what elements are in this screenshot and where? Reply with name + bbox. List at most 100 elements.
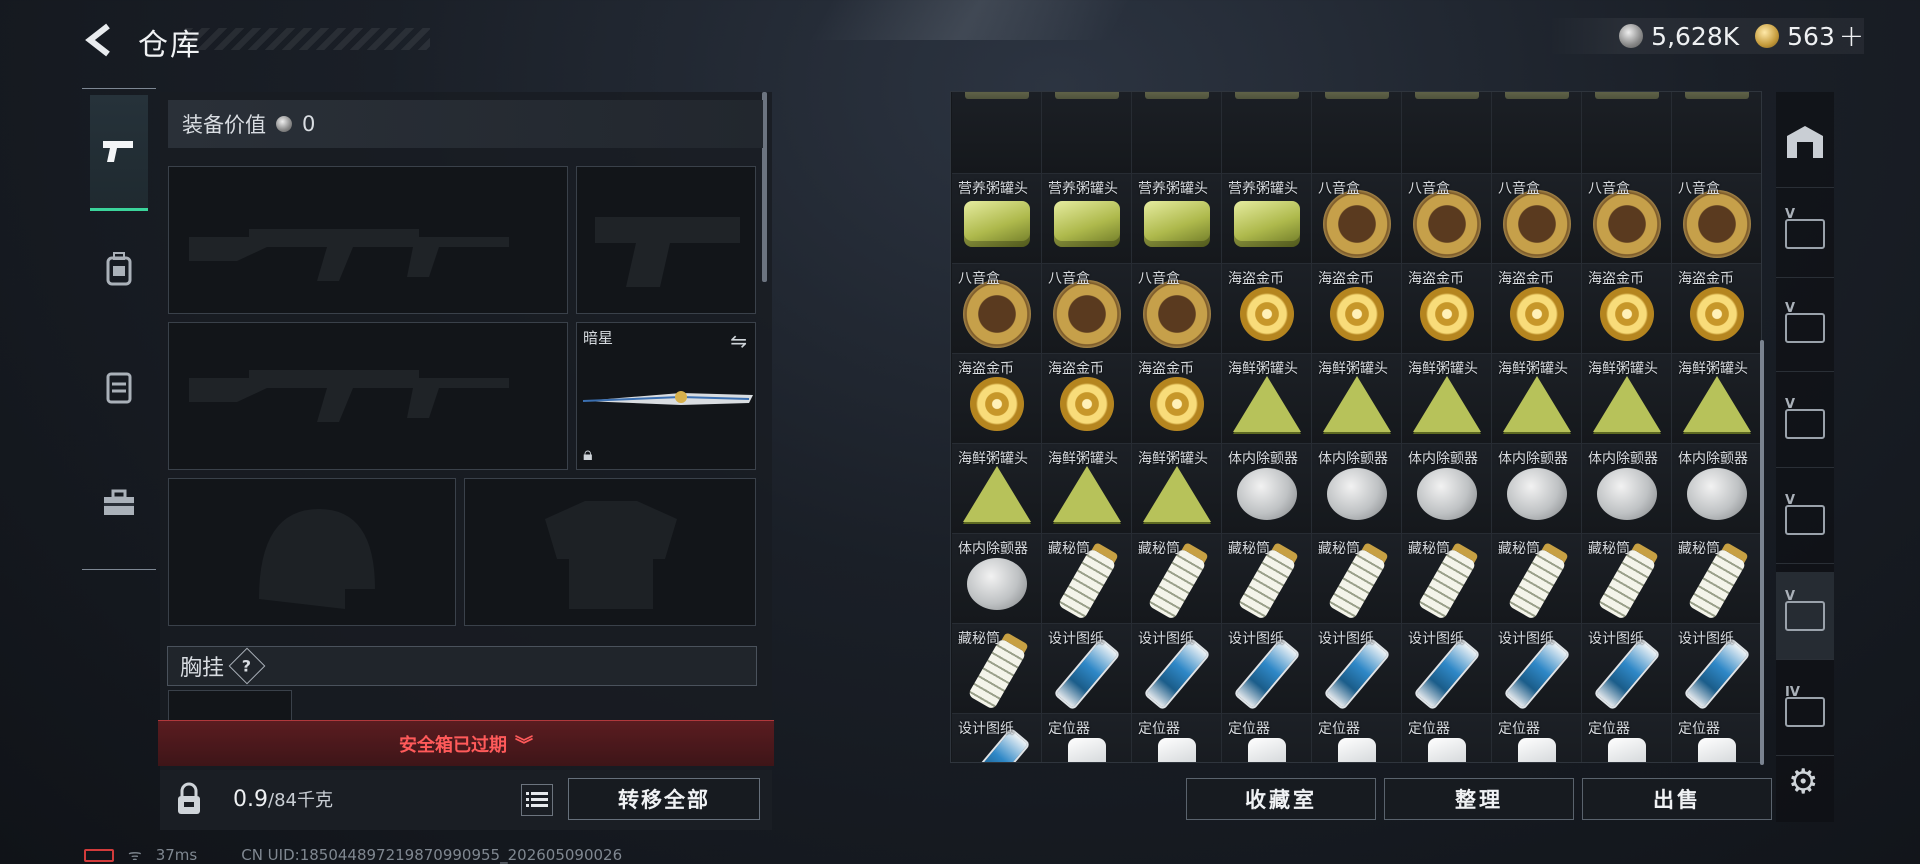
- vault-tab-3[interactable]: V: [1776, 380, 1834, 468]
- inventory-item[interactable]: 八音盒: [1042, 264, 1132, 354]
- inventory-item[interactable]: 海鲜粥罐头: [1312, 354, 1402, 444]
- inventory-item[interactable]: 设计图纸: [1402, 624, 1492, 714]
- inventory-item[interactable]: 营养粥罐头: [1222, 174, 1312, 264]
- inventory-item[interactable]: 藏秘筒: [1492, 534, 1582, 624]
- back-arrow-icon[interactable]: [80, 22, 116, 58]
- chest-rig-slot[interactable]: 胸挂 ?: [167, 646, 757, 686]
- inventory-item[interactable]: 设计图纸: [1042, 624, 1132, 714]
- inventory-item[interactable]: 定位器: [1582, 714, 1672, 762]
- inventory-item[interactable]: 八音盒: [1402, 174, 1492, 264]
- inventory-item[interactable]: 设计图纸: [952, 714, 1042, 762]
- swap-icon[interactable]: ⇋: [730, 329, 747, 353]
- inventory-item[interactable]: 海盗金币: [1132, 354, 1222, 444]
- inventory-item[interactable]: 海盗金币: [1222, 264, 1312, 354]
- inventory-item[interactable]: 海盗金币: [1402, 264, 1492, 354]
- inventory-item[interactable]: 海盗金币: [1492, 264, 1582, 354]
- nav-backpack[interactable]: [90, 211, 148, 327]
- inventory-item[interactable]: 设计图纸: [1492, 624, 1582, 714]
- inventory-item[interactable]: 八音盒: [1132, 264, 1222, 354]
- inventory-item[interactable]: 藏秘筒: [1402, 534, 1492, 624]
- vault-tab-4[interactable]: V: [1776, 476, 1834, 564]
- inventory-item[interactable]: 藏秘筒: [1042, 534, 1132, 624]
- inventory-item[interactable]: 海盗金币: [1672, 264, 1761, 354]
- organize-button[interactable]: 整理: [1384, 778, 1574, 820]
- inventory-item[interactable]: 藏秘筒: [952, 624, 1042, 714]
- inventory-item[interactable]: 定位器: [1492, 714, 1582, 762]
- inventory-item[interactable]: [1672, 92, 1761, 174]
- help-icon[interactable]: ?: [228, 647, 266, 685]
- gold-balance[interactable]: 563 +: [1755, 19, 1864, 54]
- inventory-item[interactable]: 体内除颤器: [1582, 444, 1672, 534]
- nav-weapons[interactable]: [90, 95, 148, 211]
- inventory-item[interactable]: 营养粥罐头: [952, 174, 1042, 264]
- inventory-item[interactable]: 八音盒: [1492, 174, 1582, 264]
- inventory-item[interactable]: 设计图纸: [1222, 624, 1312, 714]
- inventory-item[interactable]: [952, 92, 1042, 174]
- gear-icon[interactable]: ⚙: [1788, 762, 1818, 802]
- storage-scrollbar[interactable]: [1760, 340, 1764, 765]
- inventory-item[interactable]: [1402, 92, 1492, 174]
- inventory-item[interactable]: 海鲜粥罐头: [1672, 354, 1761, 444]
- inventory-item[interactable]: 八音盒: [1582, 174, 1672, 264]
- inventory-item[interactable]: 定位器: [1672, 714, 1761, 762]
- inventory-item[interactable]: 海鲜粥罐头: [952, 444, 1042, 534]
- inventory-item[interactable]: 体内除颤器: [1402, 444, 1492, 534]
- transfer-all-button[interactable]: 转移全部: [568, 778, 760, 820]
- inventory-item[interactable]: [1132, 92, 1222, 174]
- melee-slot[interactable]: 暗星 ⇋ 🔒︎: [576, 322, 756, 470]
- inventory-item[interactable]: 藏秘筒: [1672, 534, 1761, 624]
- inventory-item[interactable]: 定位器: [1402, 714, 1492, 762]
- inventory-item[interactable]: 体内除颤器: [1312, 444, 1402, 534]
- inventory-item[interactable]: 海鲜粥罐头: [1492, 354, 1582, 444]
- inventory-item[interactable]: 体内除颤器: [1672, 444, 1761, 534]
- inventory-item[interactable]: 体内除颤器: [952, 534, 1042, 624]
- primary-weapon-slot[interactable]: [168, 166, 568, 314]
- inventory-item[interactable]: 营养粥罐头: [1042, 174, 1132, 264]
- helmet-slot[interactable]: [168, 478, 456, 626]
- inventory-item[interactable]: 八音盒: [1312, 174, 1402, 264]
- inventory-item[interactable]: 藏秘筒: [1222, 534, 1312, 624]
- inventory-item[interactable]: [1042, 92, 1132, 174]
- inventory-item[interactable]: 海鲜粥罐头: [1402, 354, 1492, 444]
- inventory-item[interactable]: 海盗金币: [952, 354, 1042, 444]
- list-view-button[interactable]: [521, 784, 553, 816]
- inventory-item[interactable]: 藏秘筒: [1312, 534, 1402, 624]
- inventory-item[interactable]: 体内除颤器: [1492, 444, 1582, 534]
- inventory-item[interactable]: [1582, 92, 1672, 174]
- sell-button[interactable]: 出售: [1582, 778, 1772, 820]
- safe-box-expired-banner[interactable]: 安全箱已过期 ︾: [158, 720, 774, 766]
- vault-tab-6[interactable]: IV: [1776, 668, 1834, 756]
- storage-tab[interactable]: [1776, 100, 1834, 188]
- inventory-item[interactable]: 藏秘筒: [1132, 534, 1222, 624]
- inventory-item[interactable]: 海盗金币: [1042, 354, 1132, 444]
- inventory-item[interactable]: 八音盒: [1672, 174, 1761, 264]
- chest-rig-subslot[interactable]: [168, 690, 292, 720]
- collection-room-button[interactable]: 收藏室: [1186, 778, 1376, 820]
- inventory-item[interactable]: 定位器: [1042, 714, 1132, 762]
- armor-slot[interactable]: [464, 478, 756, 626]
- inventory-item[interactable]: 定位器: [1132, 714, 1222, 762]
- inventory-item[interactable]: 海鲜粥罐头: [1042, 444, 1132, 534]
- primary-weapon-slot-2[interactable]: [168, 322, 568, 470]
- inventory-item[interactable]: 海鲜粥罐头: [1222, 354, 1312, 444]
- inventory-item[interactable]: 设计图纸: [1672, 624, 1761, 714]
- inventory-item[interactable]: [1492, 92, 1582, 174]
- inventory-item[interactable]: 海盗金币: [1312, 264, 1402, 354]
- secondary-weapon-slot[interactable]: [576, 166, 756, 314]
- add-gold-button[interactable]: +: [1839, 19, 1864, 54]
- inventory-item[interactable]: [1312, 92, 1402, 174]
- inventory-item[interactable]: 海鲜粥罐头: [1132, 444, 1222, 534]
- padlock-icon[interactable]: [172, 782, 206, 816]
- inventory-item[interactable]: 藏秘筒: [1582, 534, 1672, 624]
- inventory-item[interactable]: 海鲜粥罐头: [1582, 354, 1672, 444]
- inventory-item[interactable]: 定位器: [1222, 714, 1312, 762]
- inventory-item[interactable]: 定位器: [1312, 714, 1402, 762]
- nav-vest[interactable]: [90, 329, 148, 445]
- inventory-item[interactable]: 海盗金币: [1582, 264, 1672, 354]
- vault-tab-5[interactable]: V: [1776, 572, 1834, 660]
- vault-tab-1[interactable]: V: [1776, 190, 1834, 278]
- inventory-item[interactable]: 设计图纸: [1582, 624, 1672, 714]
- inventory-item[interactable]: 体内除颤器: [1222, 444, 1312, 534]
- inventory-item[interactable]: 设计图纸: [1132, 624, 1222, 714]
- inventory-item[interactable]: [1222, 92, 1312, 174]
